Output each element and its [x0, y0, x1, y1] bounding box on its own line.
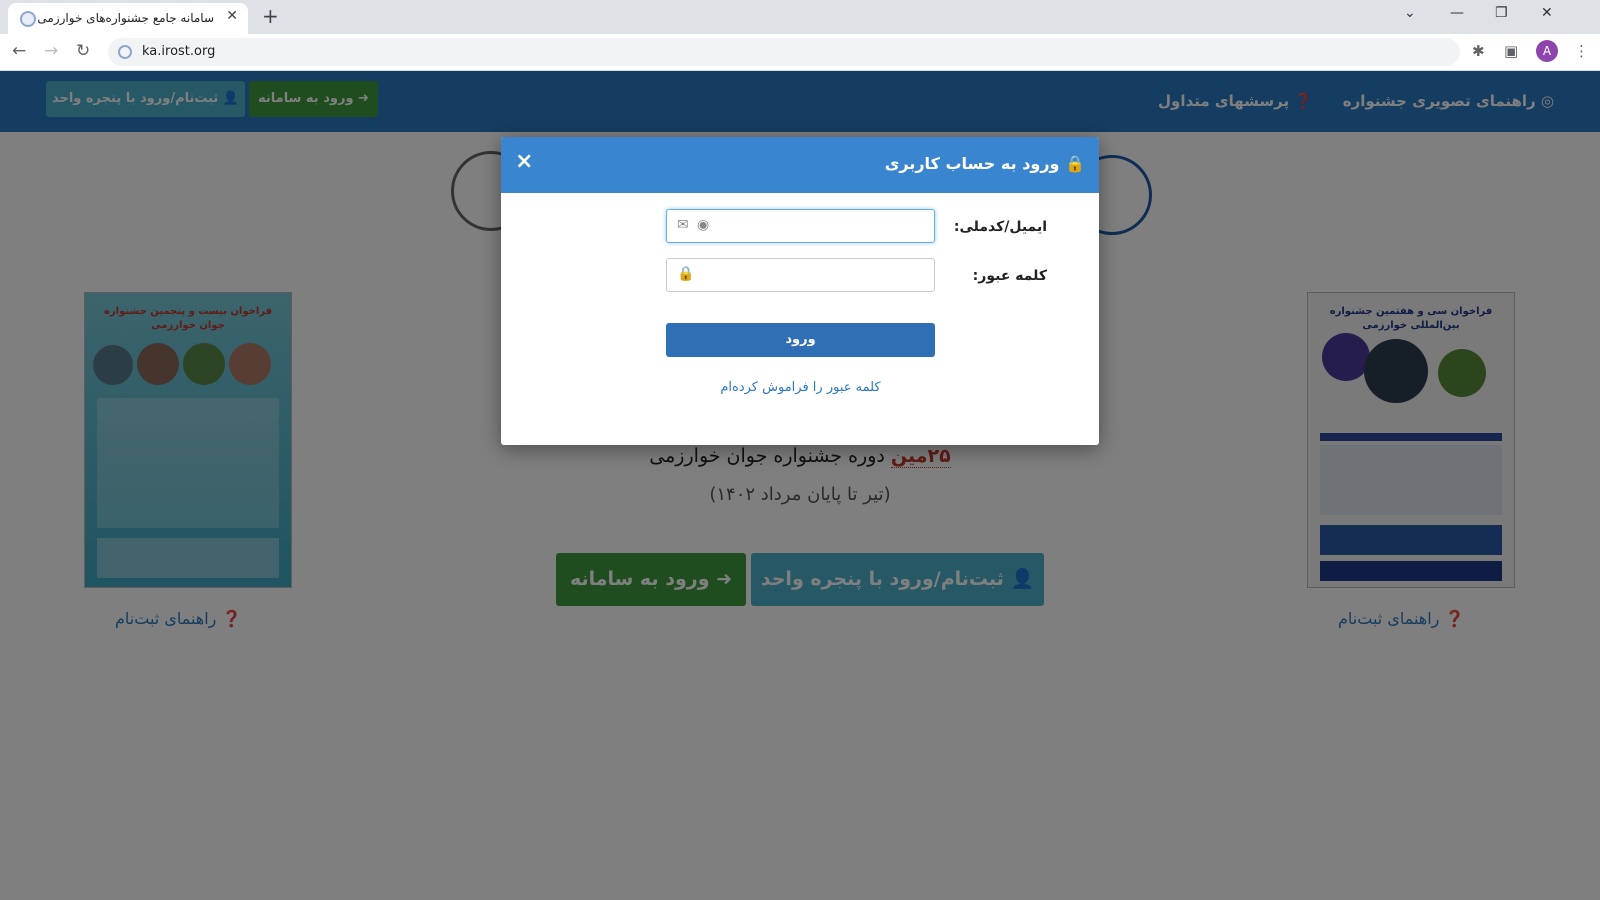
new-tab-button[interactable]: +	[262, 4, 279, 28]
browser-toolbar: ← → ↻ ka.irost.org ✱ ▣ A ⋮	[0, 34, 1600, 71]
site-info-icon[interactable]	[118, 45, 132, 59]
window-close-button[interactable]: ✕	[1541, 5, 1553, 21]
forward-icon[interactable]: →	[44, 41, 58, 61]
close-tab-icon[interactable]: ✕	[226, 8, 238, 24]
forgot-password-link[interactable]: کلمه عبور را فراموش کرده‌ام	[666, 380, 935, 395]
lock-icon: 🔒	[677, 266, 695, 282]
email-label: ایمیل/کدملی:	[953, 219, 1047, 235]
login-submit-button[interactable]: ورود	[666, 323, 935, 357]
reload-icon[interactable]: ↻	[76, 41, 90, 61]
tab-title: سامانه جامع جشنواره‌های خوارزمی	[37, 11, 214, 25]
modal-title: 🔒 ورود به حساب کاربری	[884, 154, 1085, 173]
address-bar[interactable]: ka.irost.org	[108, 38, 1460, 66]
extensions-icon[interactable]: ✱	[1472, 42, 1485, 60]
modal-header: 🔒 ورود به حساب کاربری ×	[501, 137, 1099, 193]
back-icon[interactable]: ←	[12, 41, 26, 61]
login-modal: 🔒 ورود به حساب کاربری × ایمیل/کدملی: ✉ ◉…	[501, 137, 1099, 445]
tab-search-icon[interactable]: ⌄	[1404, 5, 1416, 21]
restore-button[interactable]: ❐	[1495, 5, 1508, 21]
url-text: ka.irost.org	[142, 44, 216, 59]
envelope-icon: ✉	[677, 217, 689, 233]
site-favicon-icon	[20, 11, 36, 27]
browser-tabstrip: سامانه جامع جشنواره‌های خوارزمی ✕ + ⌄ — …	[0, 0, 1600, 34]
modal-close-button[interactable]: ×	[515, 149, 533, 174]
browser-menu-icon[interactable]: ⋮	[1574, 42, 1589, 60]
browser-tab[interactable]: سامانه جامع جشنواره‌های خوارزمی ✕	[8, 3, 248, 34]
side-panel-icon[interactable]: ▣	[1504, 42, 1518, 60]
password-label: کلمه عبور:	[972, 268, 1047, 284]
minimize-button[interactable]: —	[1450, 5, 1464, 21]
password-field[interactable]	[666, 258, 935, 292]
profile-avatar[interactable]: A	[1536, 40, 1558, 62]
user-circle-icon: ◉	[697, 217, 710, 233]
lock-icon: 🔒	[1059, 154, 1085, 173]
